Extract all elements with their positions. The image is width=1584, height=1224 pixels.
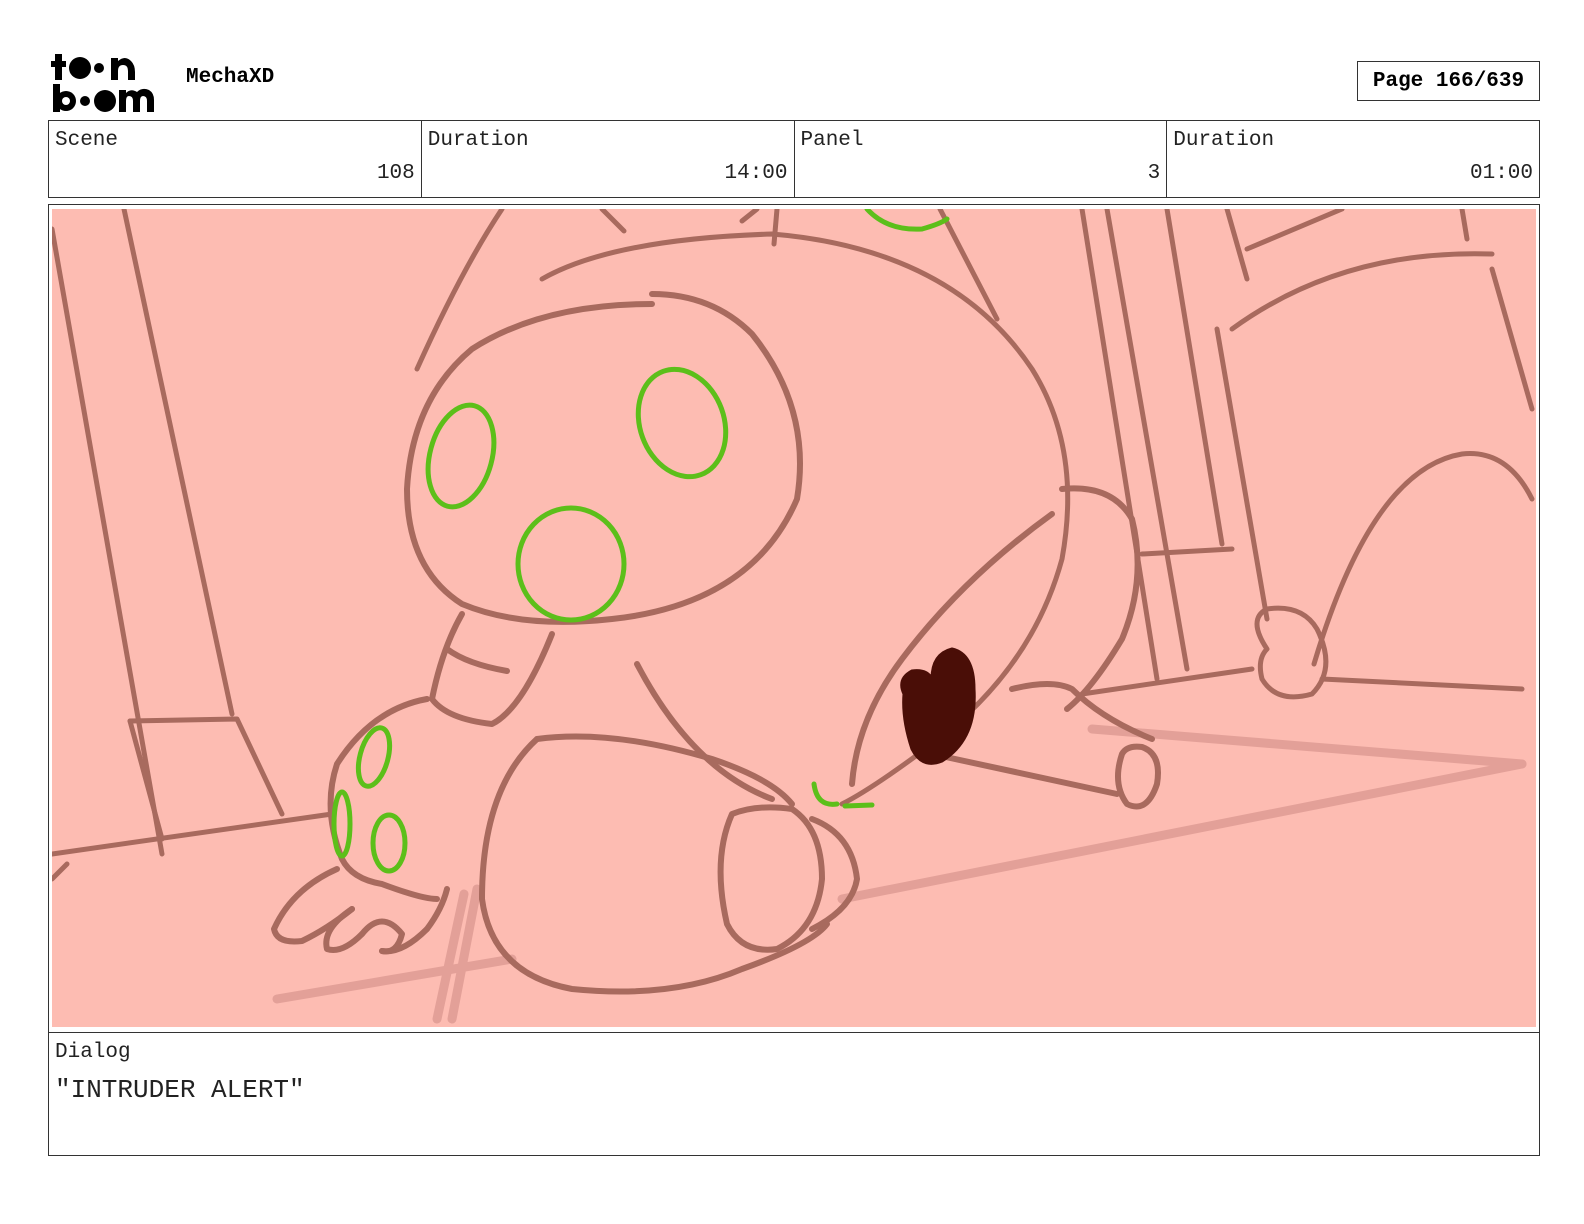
dialog-text: "INTRUDER ALERT"	[55, 1075, 305, 1105]
dialog-label: Dialog	[55, 1041, 131, 1064]
sketch-background	[52, 209, 1536, 1027]
scene-label: Scene	[55, 129, 119, 152]
scene-duration-label: Duration	[427, 129, 529, 152]
panel-label: Panel	[800, 129, 864, 152]
storyboard-panel	[48, 204, 1540, 1033]
panel-value: 3	[1147, 162, 1161, 185]
panel-duration-cell: Duration 01:00	[1167, 121, 1539, 197]
panel-duration-label: Duration	[1173, 129, 1275, 152]
panel-info-row: Scene 108 Duration 14:00 Panel 3 Duratio…	[48, 120, 1540, 198]
scene-duration-value: 14:00	[724, 162, 788, 185]
project-title: MechaXD	[186, 66, 275, 89]
panel-cell: Panel 3	[795, 121, 1168, 197]
panel-duration-value: 01:00	[1469, 162, 1533, 185]
scene-duration-cell: Duration 14:00	[422, 121, 795, 197]
toonboom-logo	[51, 54, 154, 112]
scene-value: 108	[376, 162, 415, 185]
storyboard-sketch	[52, 209, 1536, 1027]
page-number: Page 166/639	[1357, 61, 1540, 101]
dialog-box: Dialog "INTRUDER ALERT"	[48, 1032, 1540, 1156]
scene-cell: Scene 108	[49, 121, 422, 197]
